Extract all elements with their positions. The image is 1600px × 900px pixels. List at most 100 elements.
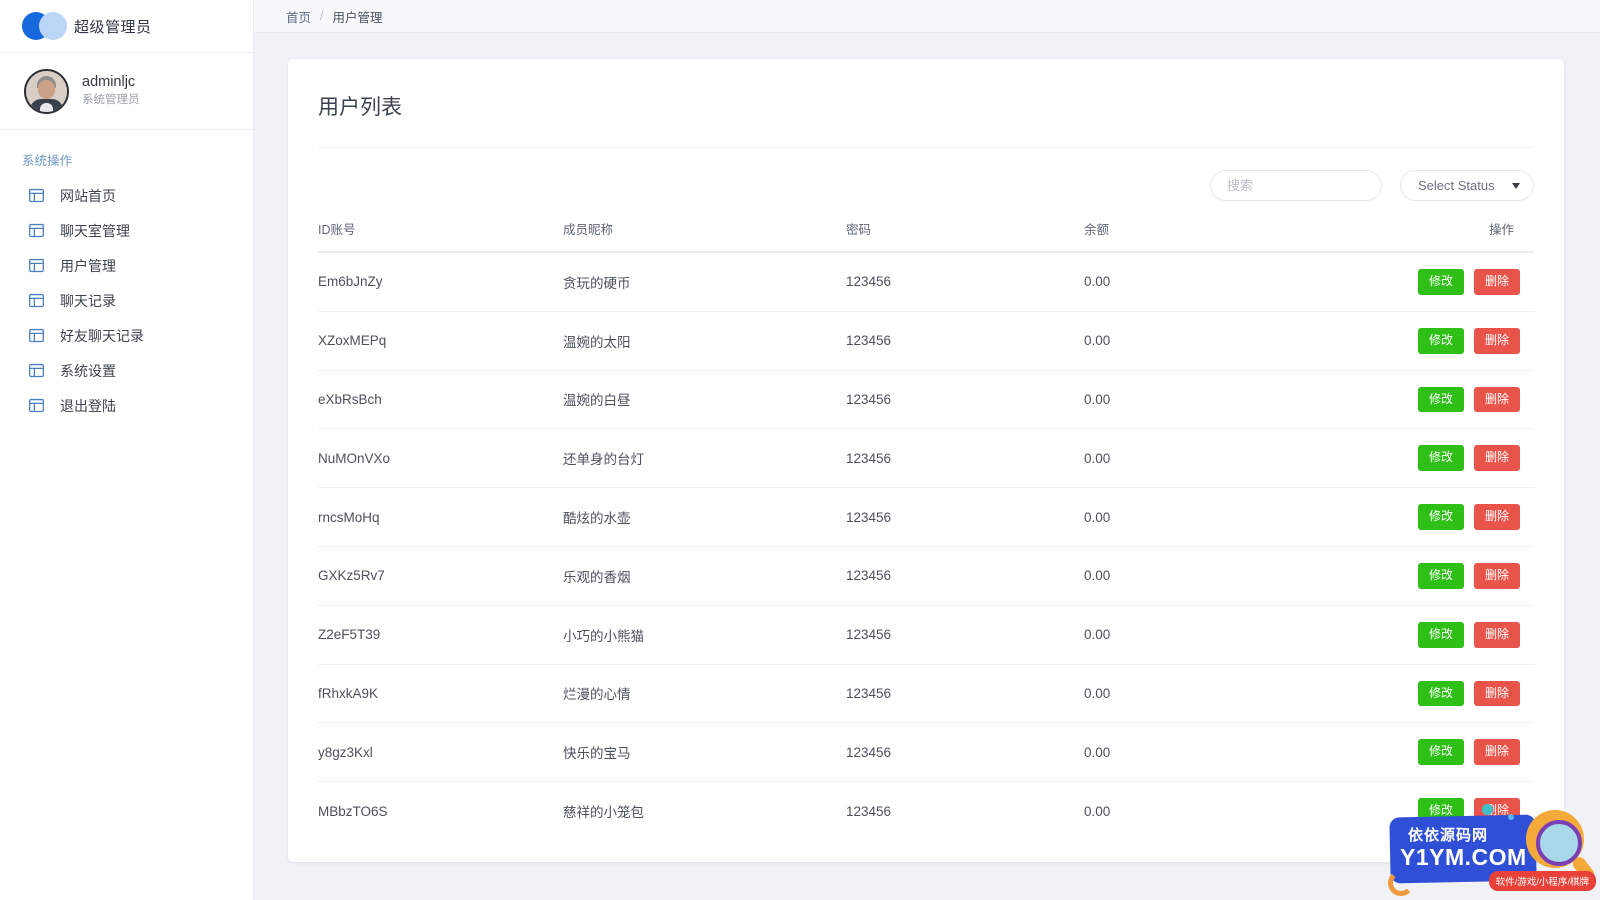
sidebar-item-0[interactable]: 网站首页	[0, 178, 253, 213]
pagination: «12345678...1819»	[288, 862, 1564, 900]
watermark-badge: 软件/游戏/小程序/棋牌	[1488, 871, 1596, 891]
delete-button[interactable]: 删除	[1473, 445, 1520, 472]
sidebar-item-label: 用户管理	[60, 257, 116, 274]
title-divider	[318, 147, 1534, 148]
cell-pwd: 123456	[846, 311, 1084, 371]
delete-button[interactable]: 删除	[1473, 504, 1520, 530]
cell-balance: 0.00	[1084, 803, 1111, 819]
user-profile[interactable]: adminljc 系统管理员	[0, 53, 253, 130]
edit-button[interactable]: 修改	[1417, 562, 1464, 589]
breadcrumb-current: 用户管理	[332, 10, 383, 25]
brand-header[interactable]: 超级管理员	[0, 0, 253, 53]
cell-balance: 0.00	[1084, 605, 1366, 665]
edit-button[interactable]: 修改	[1417, 269, 1464, 295]
sidebar-item-4[interactable]: 好友聊天记录	[0, 318, 253, 353]
cell-nick: 还单身的台灯	[563, 428, 846, 489]
content-area: 用户列表 Select Status ID账号 成员昵称 密码	[254, 33, 1600, 900]
layout-icon	[28, 222, 45, 239]
table-row: Em6bJnZy 贪玩的硬币 123456 0.00 修改 删除	[318, 252, 1534, 312]
nav-section-label: 系统操作	[22, 154, 73, 168]
layout-icon	[28, 397, 45, 414]
delete-button[interactable]: 删除	[1473, 269, 1520, 295]
user-table: ID账号 成员昵称 密码 余额 操作 Em6bJnZy 贪玩的硬币 123456 0.…	[318, 219, 1534, 840]
delete-button[interactable]: 删除	[1473, 739, 1520, 766]
cell-nick: 酷炫的水壶	[563, 487, 846, 547]
edit-button[interactable]: 修改	[1417, 621, 1464, 648]
edit-button[interactable]: 修改	[1417, 445, 1464, 472]
search-input[interactable]	[1210, 170, 1382, 201]
cell-id: NuMOnVXo	[318, 428, 563, 489]
column-header-actions: 操作	[1366, 219, 1534, 253]
sidebar-item-1[interactable]: 聊天室管理	[0, 213, 253, 248]
delete-button[interactable]: 删除	[1473, 680, 1520, 707]
cell-pwd: 123456	[846, 546, 1084, 606]
breadcrumb-separator: /	[320, 9, 324, 23]
two-circles-logo-icon	[22, 12, 68, 40]
cell-nick: 温婉的太阳	[563, 311, 846, 371]
cell-id: XZoxMEPq	[318, 311, 563, 371]
cell-nick: 贪玩的硬币	[563, 252, 846, 312]
sidebar: 超级管理员 adminljc 系统管理员 系统操作 网站首页聊天室管理用户管理聊…	[0, 0, 254, 900]
table-row: Z2eF5T39 小巧的小熊猫 123456 0.00 修改 删除	[318, 605, 1534, 665]
layout-icon	[28, 327, 45, 344]
table-row: NuMOnVXo 还单身的台灯 123456 0.00 修改 删除	[318, 428, 1534, 489]
pagination-prev[interactable]: «	[296, 896, 330, 900]
user-name: adminljc	[82, 73, 136, 90]
pagination-next[interactable]: »	[718, 896, 752, 900]
user-role: 系统管理员	[82, 94, 140, 107]
cell-nick: 乐观的香烟	[563, 546, 846, 606]
page-title: 用户列表	[318, 96, 402, 119]
table-row: rncsMoHq 酷炫的水壶 123456 0.00 修改 删除	[318, 487, 1534, 547]
delete-button[interactable]: 删除	[1473, 327, 1520, 354]
cell-pwd: 123456	[846, 803, 892, 819]
sidebar-item-label: 网站首页	[60, 187, 116, 204]
cell-id: Z2eF5T39	[318, 605, 563, 665]
cell-pwd: 123456	[846, 487, 1084, 547]
cell-id: GXKz5Rv7	[318, 546, 563, 606]
layout-icon	[28, 187, 45, 204]
table-row: MBbzTO6S 慈祥的小笼包 123456 0.00 修改 删除	[318, 782, 1534, 840]
site-watermark: 依依源码网 Y1YM.COM 软件/游戏/小程序/棋牌	[1386, 800, 1600, 900]
user-list-card: 用户列表 Select Status ID账号 成员昵称 密码	[288, 59, 1564, 862]
cell-id: Em6bJnZy	[318, 252, 563, 312]
edit-button[interactable]: 修改	[1417, 327, 1464, 354]
cell-balance: 0.00	[1084, 370, 1366, 430]
sidebar-item-2[interactable]: 用户管理	[0, 248, 253, 283]
breadcrumb-home[interactable]: 首页	[286, 7, 311, 26]
cell-actions: 修改 删除	[1366, 428, 1534, 489]
cell-id: y8gz3Kxl	[318, 722, 563, 783]
cell-pwd: 123456	[846, 605, 1084, 665]
edit-button[interactable]: 修改	[1417, 739, 1464, 766]
cell-actions: 修改 删除	[1366, 252, 1534, 312]
layout-icon	[28, 257, 45, 274]
main-area: 首页 / 用户管理 用户列表 Select Status	[254, 0, 1600, 900]
delete-button[interactable]: 删除	[1473, 562, 1520, 589]
cell-actions: 修改 删除	[1366, 722, 1534, 783]
sidebar-item-5[interactable]: 系统设置	[0, 353, 253, 388]
delete-button[interactable]: 删除	[1473, 621, 1520, 648]
sidebar-item-6[interactable]: 退出登陆	[0, 388, 253, 423]
cell-pwd: 123456	[846, 664, 1084, 724]
cell-nick: 小巧的小熊猫	[563, 605, 846, 665]
cell-balance: 0.00	[1084, 546, 1366, 606]
app-root: 超级管理员 adminljc 系统管理员 系统操作 网站首页 聊天室管理 用户管理聊…	[0, 0, 1600, 900]
edit-button[interactable]: 修改	[1417, 680, 1464, 707]
status-filter-select[interactable]: Select Status	[1400, 170, 1534, 201]
delete-button[interactable]: 删除	[1473, 386, 1520, 413]
layout-icon	[28, 292, 45, 309]
cell-actions: 修改 删除	[1366, 487, 1534, 547]
table-row: XZoxMEPq 温婉的太阳 123456 0.00 修改 删除	[318, 311, 1534, 371]
sidebar-item-label: 系统设置	[60, 362, 116, 379]
edit-button[interactable]: 修改	[1417, 386, 1464, 413]
edit-button[interactable]: 修改	[1417, 504, 1464, 530]
cell-nick: 慈祥的小笼包	[563, 805, 644, 821]
sidebar-item-3[interactable]: 聊天记录	[0, 283, 253, 318]
cell-actions: 修改 删除	[1366, 311, 1534, 371]
chevron-down-icon	[1512, 182, 1520, 189]
cell-id: rncsMoHq	[318, 487, 563, 547]
cell-pwd: 123456	[846, 370, 1084, 430]
cell-actions: 修改 删除	[1366, 370, 1534, 430]
cell-nick: 烂漫的心情	[563, 664, 846, 724]
cell-id: MBbzTO6S	[318, 803, 388, 819]
watermark-cn: 依依源码网	[1408, 827, 1489, 844]
